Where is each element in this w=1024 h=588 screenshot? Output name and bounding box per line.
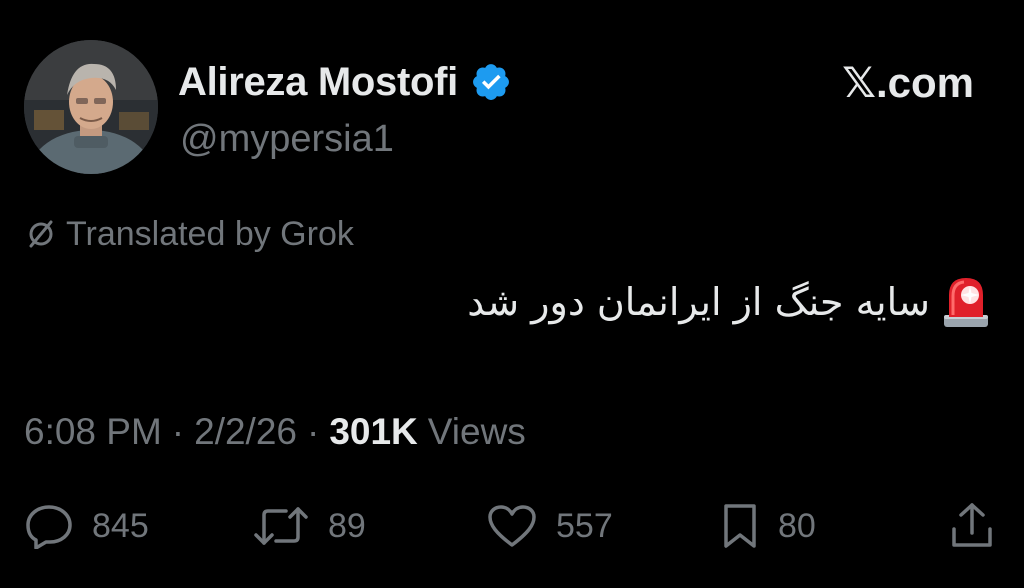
heart-icon — [486, 503, 538, 549]
translation-notice-label: Translated by Grok — [66, 214, 354, 253]
bookmark-icon — [720, 502, 760, 550]
tweet-meta: 6:08 PM · 2/2/26 · 301K Views — [24, 408, 526, 456]
views-count[interactable]: 301K — [329, 411, 417, 453]
repost-count: 89 — [328, 506, 366, 545]
translation-notice[interactable]: Translated by Grok — [24, 212, 354, 256]
avatar[interactable] — [24, 40, 158, 174]
tweet-time[interactable]: 6:08 PM — [24, 411, 162, 453]
reply-icon — [24, 503, 74, 549]
brand-logo: 𝕏.com — [842, 58, 974, 106]
action-bar: 845 89 557 80 — [0, 498, 1024, 554]
display-name[interactable]: Alireza Mostofi — [178, 56, 512, 108]
repost-button[interactable]: 89 — [252, 498, 366, 554]
tweet-body: سایه جنگ از ایرانمان دور شد — [467, 272, 990, 332]
tweet-date[interactable]: 2/2/26 — [194, 411, 297, 453]
verified-badge-icon — [470, 61, 512, 103]
bookmark-button[interactable]: 80 — [720, 498, 816, 554]
user-handle[interactable]: @mypersia1 — [180, 118, 394, 161]
tweet-text: سایه جنگ از ایرانمان دور شد — [467, 280, 930, 324]
meta-separator: · — [307, 411, 320, 452]
share-button[interactable] — [948, 498, 996, 554]
like-button[interactable]: 557 — [486, 498, 613, 554]
meta-separator: · — [171, 411, 185, 452]
views-label[interactable]: Views — [428, 411, 526, 453]
reply-count: 845 — [92, 506, 149, 545]
police-siren-icon — [942, 275, 990, 329]
translate-icon — [24, 217, 58, 251]
repost-icon — [252, 503, 310, 549]
display-name-text[interactable]: Alireza Mostofi — [178, 60, 458, 105]
share-icon — [948, 501, 996, 551]
bookmark-count: 80 — [778, 506, 816, 545]
like-count: 557 — [556, 506, 613, 545]
reply-button[interactable]: 845 — [24, 498, 149, 554]
